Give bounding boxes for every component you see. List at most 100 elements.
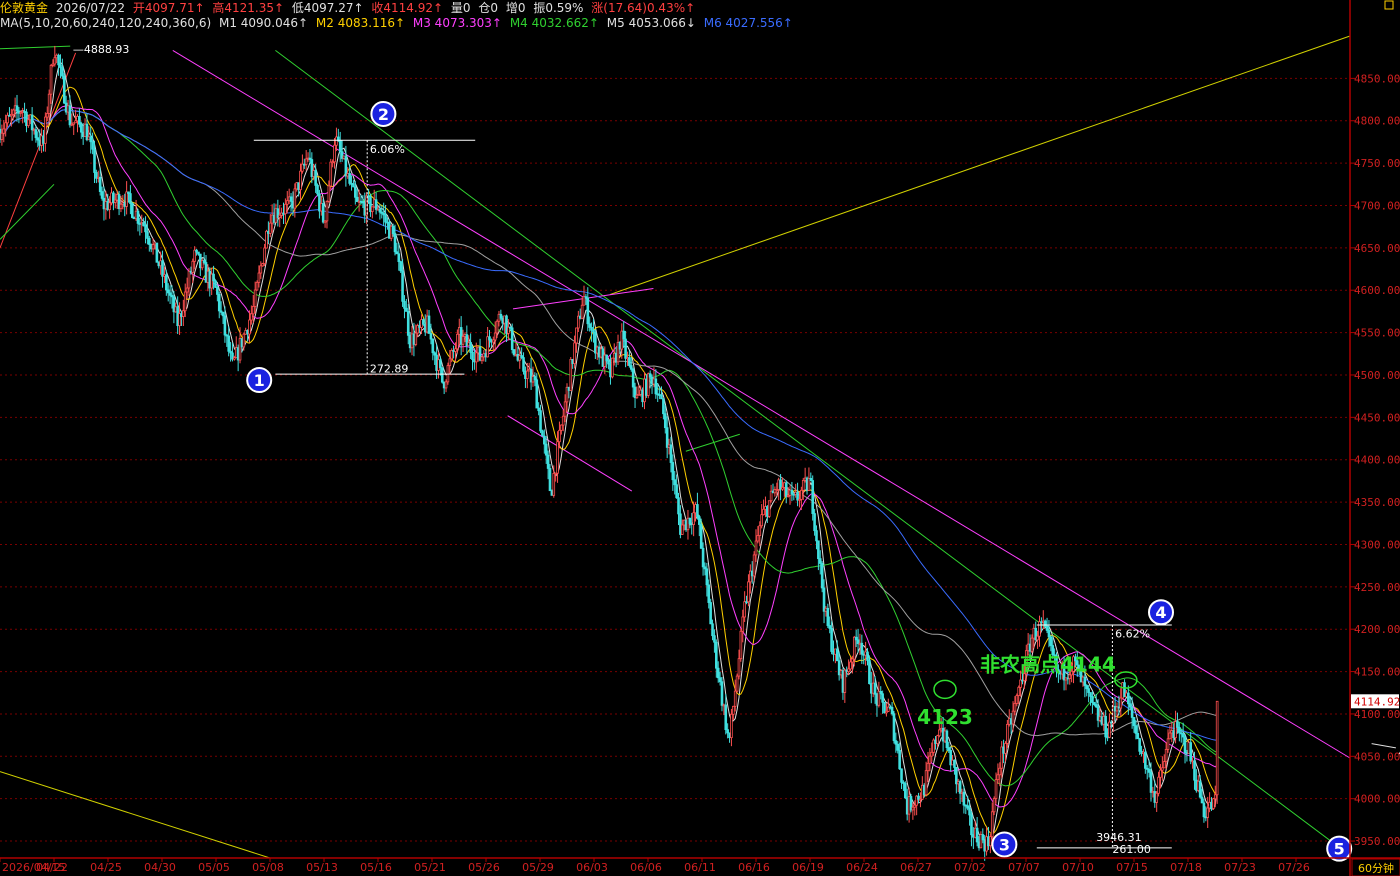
candle-body (216, 286, 219, 295)
candle[interactable] (130, 201, 134, 219)
candle-body (393, 233, 397, 253)
candle-body (716, 667, 720, 679)
candle-body (251, 305, 255, 315)
candle-body (403, 300, 406, 309)
candle-body (253, 289, 257, 307)
candle-body (1089, 692, 1092, 697)
candle[interactable] (709, 598, 712, 625)
candle-body (1176, 721, 1179, 728)
candle-body (0, 132, 4, 140)
candle[interactable] (62, 73, 66, 104)
candle-body (1215, 700, 1219, 796)
candle-body (59, 64, 62, 69)
candle-body (1132, 717, 1136, 727)
candle-body (663, 413, 667, 429)
candle-body (214, 280, 217, 288)
candle-body (30, 114, 34, 131)
wave-marker-4[interactable]: 4 (1148, 599, 1174, 626)
candle[interactable] (510, 323, 514, 354)
candle-body (151, 244, 155, 250)
x-tick-label: 06/27 (900, 861, 932, 874)
candle[interactable] (548, 464, 552, 492)
candle[interactable] (904, 781, 907, 800)
candle-body (556, 441, 559, 474)
candle-body (569, 359, 573, 391)
candle-body (223, 315, 227, 336)
candle-body (45, 113, 49, 118)
candle-body (119, 203, 123, 210)
candle-body (662, 398, 665, 415)
candle[interactable] (767, 500, 771, 518)
candle-body (758, 525, 762, 536)
candle-body (820, 563, 824, 589)
candle[interactable] (611, 357, 614, 379)
candle-body (78, 116, 81, 125)
candle[interactable] (214, 279, 217, 288)
candle[interactable] (329, 158, 333, 190)
ma-m1-value: M1 4090.046↑ (218, 16, 309, 30)
candle-body (675, 484, 678, 499)
y-tick-label: 4050.00 (1354, 750, 1400, 763)
candle-body (1011, 710, 1015, 725)
candle[interactable] (541, 429, 544, 437)
ma-header: MA(5,10,20,60,240,120,240,360,6) M1 4090… (0, 14, 797, 32)
candle-body (822, 587, 826, 612)
candle-body (34, 129, 38, 139)
candle-body (1193, 760, 1196, 781)
label-nfp-high: 非农高点4144 (980, 653, 1116, 677)
candle-body (709, 602, 712, 625)
candle-body (896, 743, 900, 751)
x-tick-label: 05/13 (306, 861, 338, 874)
price-chart[interactable]: —4888.936.06%272.896.62%3946.31261.00非农高… (0, 0, 1400, 876)
candle-body (248, 319, 251, 335)
timeframe-label[interactable]: 60分钟 (1358, 861, 1394, 875)
candle-body (1030, 637, 1034, 652)
candle-body (1200, 796, 1204, 804)
candle-body (892, 713, 896, 742)
candle-body (1159, 769, 1162, 778)
candle[interactable] (820, 561, 824, 593)
candle-body (552, 472, 556, 496)
wave-marker-2[interactable]: 2 (370, 100, 397, 127)
candle-body (607, 360, 610, 365)
label-diff-3: 261.00 (1112, 843, 1151, 856)
candle-body (548, 468, 552, 492)
wave-marker-1[interactable]: 1 (246, 367, 273, 394)
candle-body (429, 333, 433, 340)
candle-body (938, 729, 941, 737)
candle-body (713, 635, 716, 643)
candle[interactable] (892, 710, 896, 744)
candle[interactable] (1215, 700, 1219, 804)
ma-params[interactable]: MA(5,10,20,60,240,120,240,360,6) (0, 16, 211, 30)
candle-body (962, 791, 966, 806)
candle[interactable] (440, 367, 444, 384)
candle-body (130, 203, 134, 218)
candle-body (611, 357, 614, 378)
wave-marker-3[interactable]: 3 (991, 831, 1018, 858)
candle-body (316, 184, 319, 195)
candle-body (1085, 685, 1089, 690)
candle-body (191, 260, 195, 273)
time-axis[interactable]: 2026/04/1504/22 04/25 04/30 05/05 05/08 05/13… (0, 857, 1400, 876)
wave-number: 5 (1334, 840, 1345, 859)
candle-body (314, 170, 317, 186)
candle-body (998, 767, 1002, 776)
candle-body (161, 260, 164, 277)
candle[interactable] (1212, 797, 1215, 810)
candle-body (100, 191, 104, 199)
last-price-label: 4114.92 (1354, 695, 1400, 708)
low-price: 低4097.27↑ (291, 1, 364, 15)
wave-marker-5[interactable]: 5 (1326, 835, 1353, 862)
candle-body (495, 320, 499, 334)
volume: 量0 (450, 1, 471, 15)
instrument-name[interactable]: 伦敦黄金 (0, 1, 48, 15)
candle-body (835, 648, 839, 662)
label-diff-1: 272.89 (370, 362, 409, 375)
candle-body (422, 319, 425, 325)
candle-body (898, 749, 901, 770)
candle[interactable] (739, 628, 743, 662)
candle-body (543, 435, 546, 445)
candle-body (512, 349, 516, 356)
candle[interactable] (155, 242, 159, 263)
candle-body (1198, 780, 1202, 798)
